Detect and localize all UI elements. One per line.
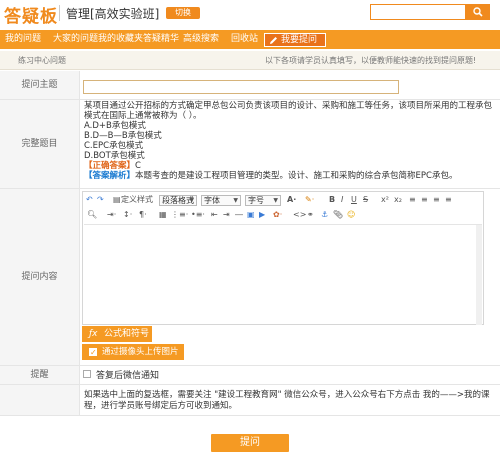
zoom-icon[interactable]: 🔍︎ [87,209,97,221]
font-color-icon[interactable]: A· [287,194,296,206]
style-label[interactable]: 定义样式 [121,194,153,206]
switch-course-button[interactable]: 切换 [166,7,200,19]
logo: 答疑板 [4,7,58,27]
special-char-icon[interactable]: ✿· [273,209,282,221]
wechat-notify-checkbox[interactable] [83,370,91,378]
camera-upload-checkbox[interactable] [89,345,97,361]
question-text: 某项目通过公开招标的方式确定甲总包公司负责该项目的设计、采购和施工等任务，该项目… [84,101,494,181]
horizontal-rule-icon[interactable]: ― [235,209,243,221]
font-size-value: 字号 [248,196,264,205]
formula-icon: ƒx [89,329,98,339]
font-size-select[interactable]: 字号 ▼ [245,195,281,206]
form-notice: 以下各项请学员认真填写，以便教师能快速的找到提问原题! [265,56,477,65]
editor-scrollbar[interactable] [476,225,482,325]
answer-tag: 【正确答案】 [84,161,136,171]
attachment-icon[interactable]: 📎︎ [333,209,343,221]
content-label: 提问内容 [0,189,80,365]
font-family-select[interactable]: 字体 ▼ [201,195,241,206]
italic-icon[interactable]: I [341,194,343,206]
align-left-icon[interactable]: ≡ [409,194,416,206]
search-button[interactable] [466,4,490,20]
camera-upload-label: 通过摄像头上传图片 [102,347,179,357]
question-option: D.BOT承包模式 [84,151,145,161]
logo-divider [59,5,60,21]
nav-advanced-search[interactable]: 高级搜索 [183,30,219,49]
pencil-icon [270,37,277,44]
nav-featured[interactable]: 答疑精华 [143,30,179,49]
answer-value: C [135,161,141,171]
font-family-value: 字体 [204,196,220,205]
question-option: B.D—B—B承包模式 [84,131,162,141]
nav-my-questions[interactable]: 我的问题 [5,30,41,49]
subject-input[interactable] [83,80,399,94]
sub-bar: 练习中心问题 以下各项请学员认真填写，以便教师能快速的找到提问原题! [0,51,500,70]
search-input[interactable] [370,4,466,20]
editor-toolbar-row-2: 🔍︎ ⇥· ↕· ¶· ▦ ⋮≡· •≡· ⇤ ⇥ ― ▣ ▶ ✿· <> ⚭ … [83,209,483,223]
emoticon-icon[interactable]: ☺ [347,209,355,221]
link-icon[interactable]: ⚭ [307,209,314,221]
paste-icon[interactable]: ▤ [113,194,121,206]
insert-table-icon[interactable]: ▦ [159,209,167,221]
ask-question-label: 我要提问 [281,35,318,45]
question-option: A.D+B承包模式 [84,121,146,131]
media-icon[interactable]: ▶ [259,209,265,221]
question-option: C.EPC承包模式 [84,141,144,151]
superscript-icon[interactable]: x² [381,194,389,206]
search-icon [473,7,483,17]
breadcrumb: 练习中心问题 [18,56,66,65]
line-height-icon[interactable]: ↕· [123,209,132,221]
wechat-tip-text: 如果选中上面的复选框，需要关注 "建设工程教育网" 微信公众号，进入公众号右下方… [84,390,490,411]
main-nav: 我的问题 大家的问题我的收藏夹 答疑精华 高级搜索 回收站 我要提问 [0,30,500,49]
indent-icon[interactable]: ⇥· [107,209,116,221]
underline-icon[interactable]: U [351,194,357,206]
image-icon[interactable]: ▣ [247,209,255,221]
correct-answer: 【正确答案】C [84,161,494,171]
nav-recycle-bin[interactable]: 回收站 [231,30,258,49]
question-stem: 某项目通过公开招标的方式确定甲总包公司负责该项目的设计、采购和施工等任务，该项目… [84,101,493,121]
top-header: 答疑板 管理[高效实验班] 切换 [0,0,500,28]
list-style-icon[interactable]: ¶· [139,209,147,221]
highlight-icon[interactable]: ✎· [305,194,314,206]
code-icon[interactable]: <> [293,209,306,221]
anchor-icon[interactable]: ⚓ [321,209,328,221]
subscript-icon[interactable]: x₂ [394,194,402,206]
course-title: 管理[高效实验班] [66,7,160,21]
redo-icon[interactable]: ↷ [97,194,104,206]
analysis-tag: 【答案解析】 [84,171,136,181]
formula-label: 公式和符号 [104,329,150,339]
strikethrough-icon[interactable]: S [363,194,368,206]
align-right-icon[interactable]: ≡ [433,194,440,206]
question-content-editor[interactable] [84,224,482,325]
analysis-text: 本题考查的是建设工程项目管理的类型。设计、施工和采购的综合承包简称EPC承包。 [135,171,458,181]
block-indent-icon[interactable]: ⇥ [223,209,230,221]
dropdown-arrow-icon: ▼ [273,197,278,204]
answer-analysis: 【答案解析】本题考查的是建设工程项目管理的类型。设计、施工和采购的综合承包简称E… [84,171,494,181]
editor-toolbar-row-1: ↶ ↷ ▤ 定义样式 段落格式 ▼ 字体 ▼ 字号 ▼ A· ✎· B I U S x… [83,194,483,208]
align-center-icon[interactable]: ≡ [421,194,428,206]
remind-label: 提醒 [0,366,80,384]
dropdown-arrow-icon: ▼ [233,197,238,204]
paragraph-format-select[interactable]: 段落格式 ▼ [159,195,197,206]
row-divider [0,415,500,416]
submit-question-button[interactable]: 提问 [211,434,289,452]
rich-text-editor: ↶ ↷ ▤ 定义样式 段落格式 ▼ 字体 ▼ 字号 ▼ A· ✎· B I U S x… [82,191,484,325]
tip-label-cell [0,385,80,415]
ask-question-button[interactable]: 我要提问 [264,33,326,47]
unordered-list-icon[interactable]: •≡· [191,209,205,221]
subject-label: 提问主题 [0,71,80,100]
camera-upload-button[interactable]: 通过摄像头上传图片 [82,344,184,361]
bold-icon[interactable]: B [329,194,335,206]
dropdown-arrow-icon: ▼ [189,197,194,204]
align-justify-icon[interactable]: ≡ [445,194,452,206]
outdent-icon[interactable]: ⇤ [211,209,218,221]
question-label: 完整题目 [0,100,80,188]
formula-symbols-button[interactable]: ƒx 公式和符号 [82,326,152,342]
ordered-list-icon[interactable]: ⋮≡· [171,209,188,221]
undo-icon[interactable]: ↶ [86,194,93,206]
wechat-notify-label[interactable]: 答复后微信通知 [96,368,159,381]
nav-all-questions-favorites[interactable]: 大家的问题我的收藏夹 [53,30,143,49]
